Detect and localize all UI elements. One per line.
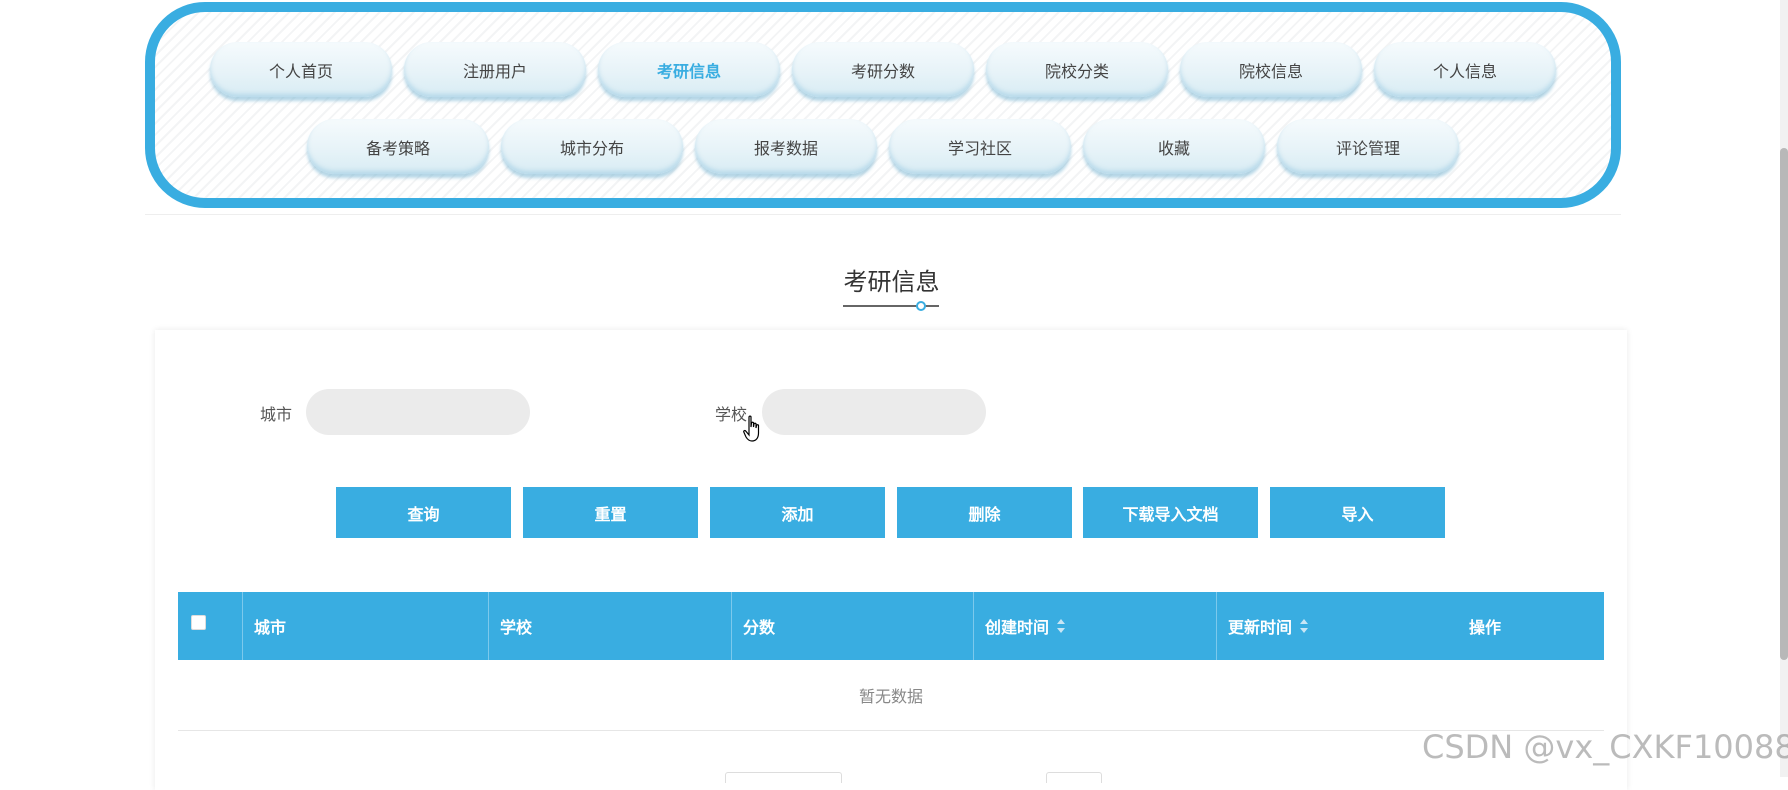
download-template-button[interactable]: 下载导入文档 [1083,487,1258,538]
column-header-score: 分数 [743,618,776,637]
table-header: 城市 学校 分数 创建时间 更新时间 操作 [178,592,1604,660]
watermark: CSDN @vx_CXKF10088 [1422,728,1788,766]
page-title: 考研信息 [843,268,940,296]
school-input[interactable] [762,389,986,435]
nav-item-registered-users[interactable]: 注册用户 [404,42,586,97]
nav-item-prep-strategy[interactable]: 备考策略 [307,119,489,174]
column-separator [242,592,243,660]
nav-divider [145,214,1621,215]
column-header-school: 学校 [500,618,533,637]
delete-button[interactable]: 删除 [897,487,1072,538]
pagination-select[interactable] [725,772,842,783]
column-separator [731,592,732,660]
updated-time-label: 更新时间 [1228,618,1293,637]
nav-row-1: 个人首页 注册用户 考研信息 考研分数 院校分类 院校信息 个人信息 [155,42,1611,97]
title-underline-decoration [843,301,939,311]
hand-cursor-icon [743,415,760,442]
pagination-jump-input[interactable] [1046,772,1102,783]
city-label: 城市 [260,405,293,424]
nav-item-school-category[interactable]: 院校分类 [986,42,1168,97]
sort-icon[interactable] [1300,619,1309,633]
column-header-city: 城市 [254,618,287,637]
add-button[interactable]: 添加 [710,487,885,538]
nav-item-favorites[interactable]: 收藏 [1083,119,1265,174]
import-button[interactable]: 导入 [1270,487,1445,538]
nav-item-school-info[interactable]: 院校信息 [1180,42,1362,97]
nav-item-exam-scores[interactable]: 考研分数 [792,42,974,97]
nav-item-study-community[interactable]: 学习社区 [889,119,1071,174]
column-header-operations: 操作 [1469,618,1502,637]
nav-item-application-data[interactable]: 报考数据 [695,119,877,174]
reset-button[interactable]: 重置 [523,487,698,538]
column-header-created-time[interactable]: 创建时间 [985,592,1066,660]
sort-icon[interactable] [1057,619,1066,633]
nav-item-exam-info[interactable]: 考研信息 [598,42,780,97]
column-separator [488,592,489,660]
main-nav: 个人首页 注册用户 考研信息 考研分数 院校分类 院校信息 个人信息 备考策略 … [145,2,1621,208]
scrollbar-thumb[interactable] [1780,148,1788,660]
nav-row-2: 备考策略 城市分布 报考数据 学习社区 收藏 评论管理 [155,119,1611,174]
nav-item-comment-management[interactable]: 评论管理 [1277,119,1459,174]
nav-item-personal-info[interactable]: 个人信息 [1374,42,1556,97]
empty-table-message: 暂无数据 [178,660,1604,731]
nav-item-city-distribution[interactable]: 城市分布 [501,119,683,174]
created-time-label: 创建时间 [985,618,1050,637]
query-button[interactable]: 查询 [336,487,511,538]
city-input[interactable] [306,389,530,435]
column-separator [1216,592,1217,660]
nav-item-home[interactable]: 个人首页 [210,42,392,97]
column-separator [973,592,974,660]
select-all-checkbox[interactable] [191,615,206,630]
column-header-updated-time[interactable]: 更新时间 [1228,592,1309,660]
